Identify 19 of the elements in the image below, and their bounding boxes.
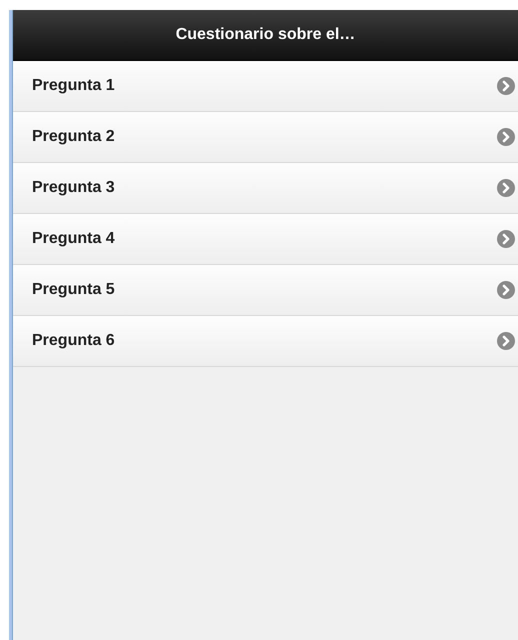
item-label: Pregunta 3 — [32, 178, 115, 198]
item-label: Pregunta 2 — [32, 127, 115, 147]
item-label: Pregunta 5 — [32, 280, 115, 300]
page-title: Cuestionario sobre el… — [176, 25, 356, 45]
chevron-right-icon — [497, 128, 515, 146]
item-label: Pregunta 6 — [32, 331, 115, 351]
list-item[interactable]: Pregunta 5 — [13, 265, 518, 316]
list-item[interactable]: Pregunta 2 — [13, 112, 518, 163]
item-label: Pregunta 4 — [32, 229, 115, 249]
chevron-right-icon — [497, 77, 515, 95]
chevron-right-icon — [497, 332, 515, 350]
item-label: Pregunta 1 — [32, 76, 115, 96]
list-item[interactable]: Pregunta 4 — [13, 214, 518, 265]
list-item[interactable]: Pregunta 6 — [13, 316, 518, 367]
chevron-right-icon — [497, 179, 515, 197]
chevron-right-icon — [497, 230, 515, 248]
list-item[interactable]: Pregunta 1 — [13, 61, 518, 112]
chevron-right-icon — [497, 281, 515, 299]
list-item[interactable]: Pregunta 3 — [13, 163, 518, 214]
